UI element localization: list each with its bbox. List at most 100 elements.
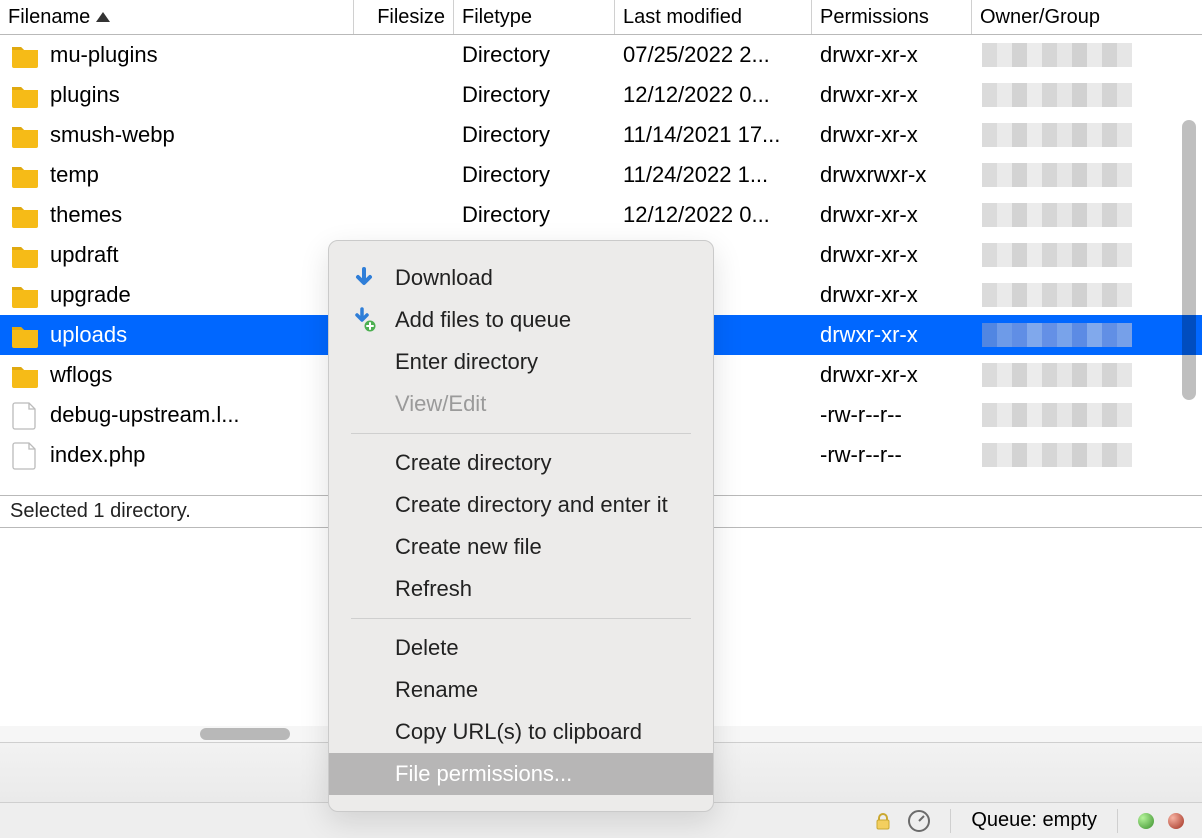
menu-create-directory-label: Create directory <box>395 450 552 476</box>
filename-text: updraft <box>50 242 119 268</box>
table-row[interactable]: plugins Directory12/12/2022 0...drwxr-xr-… <box>0 75 1202 115</box>
separator <box>950 809 951 833</box>
cell-filename: debug-upstream.l... <box>0 400 354 430</box>
menu-rename[interactable]: Rename <box>329 669 713 711</box>
separator <box>1117 809 1118 833</box>
menu-rename-label: Rename <box>395 677 478 703</box>
cell-permissions: -rw-r--r-- <box>812 402 972 428</box>
col-header-filename[interactable]: Filename <box>0 0 354 34</box>
menu-copy-url[interactable]: Copy URL(s) to clipboard <box>329 711 713 753</box>
cell-filename: upgrade <box>0 280 354 310</box>
redacted-owner <box>982 243 1132 267</box>
cell-owner-group <box>972 203 1142 227</box>
cell-modified: 11/24/2022 1... <box>615 162 812 188</box>
cell-owner-group <box>972 123 1142 147</box>
menu-separator <box>351 618 691 619</box>
menu-add-to-queue[interactable]: Add files to queue <box>329 299 713 341</box>
queue-status: Queue: empty <box>971 809 1097 832</box>
table-row[interactable]: mu-pluginsDirectory07/25/2022 2...drwxr-… <box>0 35 1202 75</box>
filename-text: wflogs <box>50 362 112 388</box>
menu-download[interactable]: Download <box>329 257 713 299</box>
blank-icon <box>351 719 377 745</box>
redacted-owner <box>982 123 1132 147</box>
folder-icon <box>10 200 40 230</box>
filename-text: mu-plugins <box>50 42 158 68</box>
folder-icon <box>10 160 40 190</box>
cell-filename: plugins <box>0 80 354 110</box>
menu-enter-directory-label: Enter directory <box>395 349 538 375</box>
lock-icon[interactable] <box>872 810 894 832</box>
cell-owner-group <box>972 283 1142 307</box>
menu-create-directory-enter[interactable]: Create directory and enter it <box>329 484 713 526</box>
cell-owner-group <box>972 163 1142 187</box>
cell-filetype: Directory <box>454 82 615 108</box>
cell-permissions: drwxr-xr-x <box>812 242 972 268</box>
col-header-permissions[interactable]: Permissions <box>812 0 972 34</box>
col-header-last-modified[interactable]: Last modified <box>615 0 812 34</box>
menu-delete-label: Delete <box>395 635 459 661</box>
cell-owner-group <box>972 363 1142 387</box>
menu-refresh[interactable]: Refresh <box>329 568 713 610</box>
redacted-owner <box>982 203 1132 227</box>
menu-copy-url-label: Copy URL(s) to clipboard <box>395 719 642 745</box>
folder-icon <box>10 320 40 350</box>
cell-filename: mu-plugins <box>0 40 354 70</box>
blank-icon <box>351 349 377 375</box>
filename-text: temp <box>50 162 99 188</box>
table-row[interactable]: themesDirectory12/12/2022 0...drwxr-xr-x <box>0 195 1202 235</box>
cell-modified: 11/14/2021 17... <box>615 122 812 148</box>
status-dot-green <box>1138 813 1154 829</box>
cell-permissions: drwxr-xr-x <box>812 322 972 348</box>
cell-filename: wflogs <box>0 360 354 390</box>
v-scroll-thumb[interactable] <box>1182 120 1196 400</box>
blank-icon <box>351 761 377 787</box>
col-header-filesize[interactable]: Filesize <box>354 0 454 34</box>
cell-modified: 07/25/2022 2... <box>615 42 812 68</box>
menu-create-directory-enter-label: Create directory and enter it <box>395 492 668 518</box>
menu-create-directory[interactable]: Create directory <box>329 442 713 484</box>
redacted-owner <box>982 323 1132 347</box>
menu-add-to-queue-label: Add files to queue <box>395 307 571 333</box>
filename-text: debug-upstream.l... <box>50 402 240 428</box>
redacted-owner <box>982 283 1132 307</box>
col-header-filesize-label: Filesize <box>377 6 445 29</box>
menu-separator <box>351 433 691 434</box>
menu-delete[interactable]: Delete <box>329 627 713 669</box>
folder-icon <box>10 120 40 150</box>
filename-text: uploads <box>50 322 127 348</box>
vertical-scrollbar[interactable] <box>1182 80 1196 460</box>
menu-create-file-label: Create new file <box>395 534 542 560</box>
cell-filetype: Directory <box>454 42 615 68</box>
menu-file-permissions[interactable]: File permissions... <box>329 753 713 795</box>
redacted-owner <box>982 163 1132 187</box>
cell-filename: themes <box>0 200 354 230</box>
h-scroll-thumb[interactable] <box>200 728 290 740</box>
redacted-owner <box>982 443 1132 467</box>
add-to-queue-icon <box>351 307 377 333</box>
cell-filetype: Directory <box>454 162 615 188</box>
status-dot-red <box>1168 813 1184 829</box>
menu-view-edit-label: View/Edit <box>395 391 486 417</box>
col-header-filetype[interactable]: Filetype <box>454 0 615 34</box>
table-row[interactable]: tempDirectory11/24/2022 1...drwxrwxr-x <box>0 155 1202 195</box>
redacted-owner <box>982 403 1132 427</box>
col-header-permissions-label: Permissions <box>820 6 929 29</box>
cell-owner-group <box>972 323 1142 347</box>
menu-file-permissions-label: File permissions... <box>395 761 572 787</box>
col-header-owner-group[interactable]: Owner/Group <box>972 0 1142 34</box>
table-row[interactable]: smush-webpDirectory11/14/2021 17...drwxr… <box>0 115 1202 155</box>
gauge-icon[interactable] <box>908 810 930 832</box>
file-icon <box>10 440 40 470</box>
menu-create-file[interactable]: Create new file <box>329 526 713 568</box>
cell-modified: 12/12/2022 0... <box>615 82 812 108</box>
menu-download-label: Download <box>395 265 493 291</box>
cell-permissions: -rw-r--r-- <box>812 442 972 468</box>
sort-asc-icon <box>96 12 110 22</box>
menu-enter-directory[interactable]: Enter directory <box>329 341 713 383</box>
blank-icon <box>351 391 377 417</box>
cell-filetype: Directory <box>454 122 615 148</box>
cell-owner-group <box>972 403 1142 427</box>
cell-filename: index.php <box>0 440 354 470</box>
cell-permissions: drwxr-xr-x <box>812 122 972 148</box>
cell-permissions: drwxr-xr-x <box>812 82 972 108</box>
